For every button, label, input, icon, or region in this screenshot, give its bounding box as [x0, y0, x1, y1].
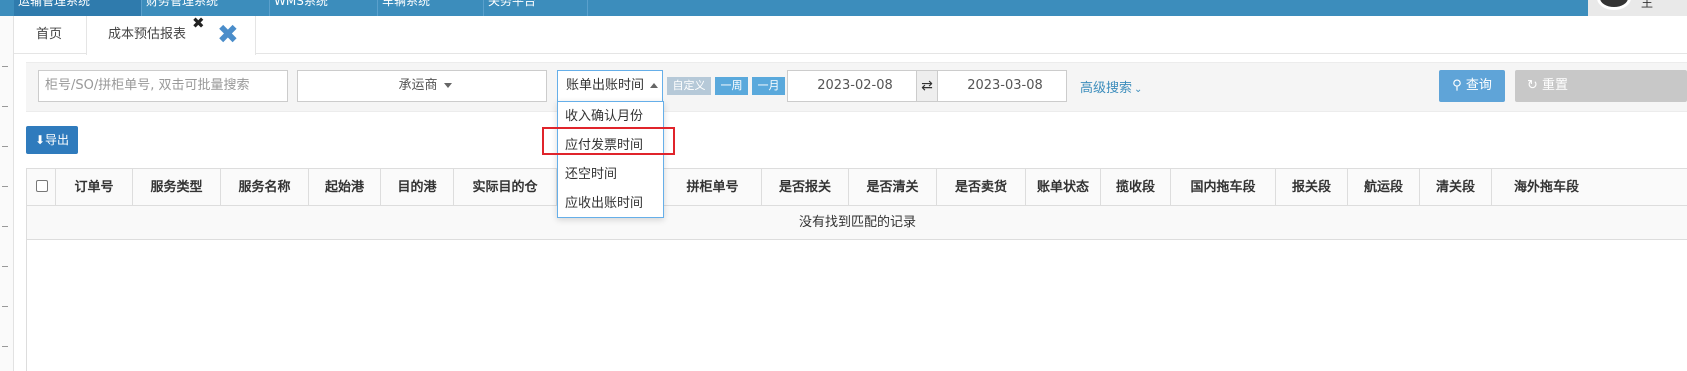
column-header[interactable]: 清关段 [1420, 169, 1492, 206]
nav-item-tms[interactable]: 运输管理系统 [14, 0, 142, 16]
select-all-checkbox-cell[interactable] [27, 169, 56, 206]
one-week-button[interactable]: 一周 [715, 77, 748, 95]
nav-label: 车辆系统 [382, 0, 431, 8]
close-icon[interactable]: ✖ [192, 4, 205, 42]
rail-tick [2, 66, 8, 67]
nav-item-finance[interactable]: 财务管理系统 [142, 0, 270, 16]
search-icon: ⚲ [1452, 78, 1462, 93]
user-name: 王 [1641, 0, 1654, 10]
caret-up-icon [650, 83, 659, 88]
one-month-button[interactable]: 一月 [752, 77, 785, 95]
carrier-select[interactable]: 承运商 [297, 70, 547, 102]
nav-item-wms[interactable]: WMS系统 [270, 0, 378, 16]
column-header[interactable]: 揽收段 [1101, 169, 1171, 206]
end-date-input[interactable]: 2023-03-08 [937, 70, 1067, 102]
close-all-icon[interactable]: ✖ [217, 16, 239, 54]
nav-label: 运输管理系统 [18, 0, 91, 8]
reset-label: 重置 [1542, 78, 1569, 93]
rail-tick [2, 306, 8, 307]
advanced-search-link[interactable]: 高级搜索 ⌄ [1080, 77, 1142, 96]
data-table: 订单号 服务类型 服务名称 起始港 目的港 实际目的仓 拼柜单号 是否报关 是否… [26, 168, 1687, 371]
column-header[interactable]: 是否报关 [762, 169, 849, 206]
start-date-input[interactable]: 2023-02-08 [787, 70, 917, 102]
dropdown-item[interactable]: 应收出账时间 [558, 189, 663, 218]
rail-tick [2, 106, 8, 107]
table-header: 订单号 服务类型 服务名称 起始港 目的港 实际目的仓 拼柜单号 是否报关 是否… [27, 169, 1687, 206]
tab-bar: 首页 成本预估报表 ✖ ✖ [14, 14, 1687, 55]
date-type-select[interactable]: 账单出账时间 [557, 70, 663, 102]
top-nav: 运输管理系统 财务管理系统 WMS系统 车辆系统 关务平台 王 [0, 0, 1687, 16]
column-header[interactable]: 报关段 [1276, 169, 1348, 206]
caret-down-icon [443, 83, 452, 88]
nav-item-customs[interactable]: 关务平台 [484, 0, 588, 16]
rail-tick [2, 226, 8, 227]
column-header[interactable]: 服务名称 [221, 169, 309, 206]
export-button[interactable]: ⬇导出 [26, 126, 78, 154]
column-header[interactable]: 服务类型 [133, 169, 221, 206]
carrier-label: 承运商 [398, 78, 438, 93]
date-type-dropdown: 收入确认月份 应付发票时间 还空时间 应收出账时间 [557, 101, 664, 218]
query-button[interactable]: ⚲ 查询 [1439, 70, 1505, 102]
dropdown-item[interactable]: 还空时间 [558, 160, 663, 189]
rail-tick [2, 146, 8, 147]
advanced-search-label: 高级搜索 [1080, 81, 1133, 96]
tab-home[interactable]: 首页 [36, 16, 62, 54]
rail-tick [2, 266, 8, 267]
rail-tick [2, 186, 8, 187]
download-icon: ⬇ [34, 133, 46, 147]
column-header[interactable]: 国内拖车段 [1171, 169, 1276, 206]
chevron-down-icon: ⌄ [1134, 84, 1143, 95]
custom-range-button[interactable]: 自定义 [667, 77, 711, 95]
left-rail [0, 16, 14, 371]
empty-message: 没有找到匹配的记录 [27, 206, 1687, 240]
tab-label: 成本预估报表 [108, 27, 187, 42]
reset-button[interactable]: ↻ 重置 [1515, 70, 1687, 102]
search-input[interactable]: 柜号/SO/拼柜单号, 双击可批量搜索 [38, 70, 288, 102]
nav-label: WMS系统 [274, 0, 328, 8]
column-header[interactable]: 目的港 [381, 169, 454, 206]
column-header[interactable]: 拼柜单号 [664, 169, 762, 206]
query-label: 查询 [1465, 78, 1492, 93]
column-header[interactable]: 是否卖货 [937, 169, 1026, 206]
select-all-checkbox[interactable] [36, 180, 48, 192]
column-header[interactable]: 海外拖车段 [1492, 169, 1687, 206]
column-header[interactable]: 起始港 [309, 169, 381, 206]
nav-item-vehicle[interactable]: 车辆系统 [378, 0, 484, 16]
swap-icon[interactable]: ⇄ [917, 70, 937, 102]
highlight-box [542, 127, 675, 155]
nav-label: 关务平台 [488, 0, 537, 8]
reset-icon: ↻ [1527, 78, 1538, 93]
tab-cost-estimate-report[interactable]: 成本预估报表 ✖ ✖ [86, 14, 256, 55]
column-header[interactable]: 是否清关 [849, 169, 937, 206]
column-header[interactable]: 账单状态 [1026, 169, 1101, 206]
column-header[interactable]: 订单号 [56, 169, 133, 206]
nav-label: 财务管理系统 [146, 0, 219, 8]
column-header[interactable]: 航运段 [1348, 169, 1420, 206]
column-header[interactable]: 实际目的仓 [454, 169, 557, 206]
rail-tick [2, 346, 8, 347]
date-type-label: 账单出账时间 [566, 78, 645, 93]
export-label: 导出 [45, 133, 70, 147]
